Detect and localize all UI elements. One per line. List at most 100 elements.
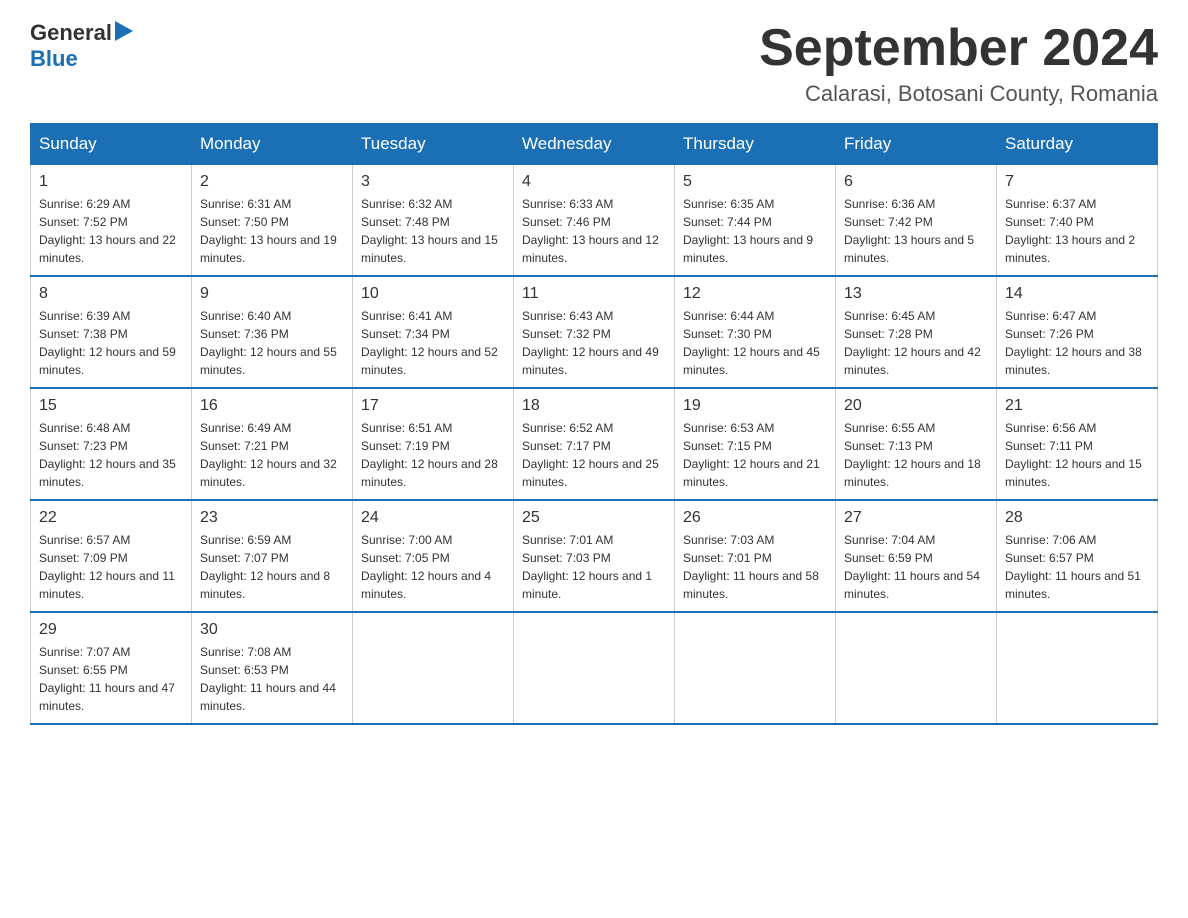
logo-arrow-icon: [115, 21, 133, 46]
day-number: 25: [522, 509, 666, 527]
month-year-title: September 2024: [759, 20, 1158, 77]
day-number: 5: [683, 173, 827, 191]
day-number: 21: [1005, 397, 1149, 415]
table-row: 4 Sunrise: 6:33 AM Sunset: 7:46 PM Dayli…: [514, 165, 675, 277]
day-info: Sunrise: 6:35 AM Sunset: 7:44 PM Dayligh…: [683, 195, 827, 267]
day-number: 12: [683, 285, 827, 303]
day-number: 7: [1005, 173, 1149, 191]
day-info: Sunrise: 6:43 AM Sunset: 7:32 PM Dayligh…: [522, 307, 666, 379]
calendar-header-row: Sunday Monday Tuesday Wednesday Thursday…: [31, 124, 1158, 165]
table-row: 26 Sunrise: 7:03 AM Sunset: 7:01 PM Dayl…: [675, 500, 836, 612]
table-row: 28 Sunrise: 7:06 AM Sunset: 6:57 PM Dayl…: [997, 500, 1158, 612]
calendar-table: Sunday Monday Tuesday Wednesday Thursday…: [30, 123, 1158, 725]
table-row: 5 Sunrise: 6:35 AM Sunset: 7:44 PM Dayli…: [675, 165, 836, 277]
table-row: 17 Sunrise: 6:51 AM Sunset: 7:19 PM Dayl…: [353, 388, 514, 500]
header-saturday: Saturday: [997, 124, 1158, 165]
table-row: 24 Sunrise: 7:00 AM Sunset: 7:05 PM Dayl…: [353, 500, 514, 612]
day-number: 19: [683, 397, 827, 415]
day-number: 18: [522, 397, 666, 415]
day-info: Sunrise: 7:06 AM Sunset: 6:57 PM Dayligh…: [1005, 531, 1149, 603]
header-monday: Monday: [192, 124, 353, 165]
day-number: 9: [200, 285, 344, 303]
day-number: 22: [39, 509, 183, 527]
day-info: Sunrise: 7:04 AM Sunset: 6:59 PM Dayligh…: [844, 531, 988, 603]
location-subtitle: Calarasi, Botosani County, Romania: [759, 81, 1158, 107]
day-number: 16: [200, 397, 344, 415]
day-info: Sunrise: 6:37 AM Sunset: 7:40 PM Dayligh…: [1005, 195, 1149, 267]
table-row: 25 Sunrise: 7:01 AM Sunset: 7:03 PM Dayl…: [514, 500, 675, 612]
day-info: Sunrise: 6:57 AM Sunset: 7:09 PM Dayligh…: [39, 531, 183, 603]
logo-blue-text: Blue: [30, 46, 78, 71]
table-row: 23 Sunrise: 6:59 AM Sunset: 7:07 PM Dayl…: [192, 500, 353, 612]
day-info: Sunrise: 6:40 AM Sunset: 7:36 PM Dayligh…: [200, 307, 344, 379]
day-info: Sunrise: 7:03 AM Sunset: 7:01 PM Dayligh…: [683, 531, 827, 603]
table-row: 29 Sunrise: 7:07 AM Sunset: 6:55 PM Dayl…: [31, 612, 192, 724]
logo: General Blue: [30, 20, 133, 72]
day-number: 4: [522, 173, 666, 191]
day-info: Sunrise: 6:52 AM Sunset: 7:17 PM Dayligh…: [522, 419, 666, 491]
table-row: 6 Sunrise: 6:36 AM Sunset: 7:42 PM Dayli…: [836, 165, 997, 277]
table-row: [997, 612, 1158, 724]
day-info: Sunrise: 7:00 AM Sunset: 7:05 PM Dayligh…: [361, 531, 505, 603]
day-info: Sunrise: 6:49 AM Sunset: 7:21 PM Dayligh…: [200, 419, 344, 491]
calendar-week-row: 22 Sunrise: 6:57 AM Sunset: 7:09 PM Dayl…: [31, 500, 1158, 612]
day-info: Sunrise: 6:51 AM Sunset: 7:19 PM Dayligh…: [361, 419, 505, 491]
table-row: 9 Sunrise: 6:40 AM Sunset: 7:36 PM Dayli…: [192, 276, 353, 388]
table-row: 14 Sunrise: 6:47 AM Sunset: 7:26 PM Dayl…: [997, 276, 1158, 388]
day-number: 6: [844, 173, 988, 191]
table-row: 15 Sunrise: 6:48 AM Sunset: 7:23 PM Dayl…: [31, 388, 192, 500]
header-thursday: Thursday: [675, 124, 836, 165]
table-row: [353, 612, 514, 724]
title-section: September 2024 Calarasi, Botosani County…: [759, 20, 1158, 107]
page-header: General Blue September 2024 Calarasi, Bo…: [30, 20, 1158, 107]
table-row: 1 Sunrise: 6:29 AM Sunset: 7:52 PM Dayli…: [31, 165, 192, 277]
day-number: 15: [39, 397, 183, 415]
table-row: 13 Sunrise: 6:45 AM Sunset: 7:28 PM Dayl…: [836, 276, 997, 388]
day-number: 2: [200, 173, 344, 191]
header-tuesday: Tuesday: [353, 124, 514, 165]
day-info: Sunrise: 7:01 AM Sunset: 7:03 PM Dayligh…: [522, 531, 666, 603]
day-info: Sunrise: 6:36 AM Sunset: 7:42 PM Dayligh…: [844, 195, 988, 267]
table-row: 16 Sunrise: 6:49 AM Sunset: 7:21 PM Dayl…: [192, 388, 353, 500]
table-row: 19 Sunrise: 6:53 AM Sunset: 7:15 PM Dayl…: [675, 388, 836, 500]
day-info: Sunrise: 6:53 AM Sunset: 7:15 PM Dayligh…: [683, 419, 827, 491]
day-info: Sunrise: 6:56 AM Sunset: 7:11 PM Dayligh…: [1005, 419, 1149, 491]
day-number: 1: [39, 173, 183, 191]
day-number: 14: [1005, 285, 1149, 303]
calendar-week-row: 8 Sunrise: 6:39 AM Sunset: 7:38 PM Dayli…: [31, 276, 1158, 388]
calendar-week-row: 15 Sunrise: 6:48 AM Sunset: 7:23 PM Dayl…: [31, 388, 1158, 500]
day-info: Sunrise: 7:08 AM Sunset: 6:53 PM Dayligh…: [200, 643, 344, 715]
table-row: 27 Sunrise: 7:04 AM Sunset: 6:59 PM Dayl…: [836, 500, 997, 612]
day-info: Sunrise: 6:44 AM Sunset: 7:30 PM Dayligh…: [683, 307, 827, 379]
day-number: 24: [361, 509, 505, 527]
day-info: Sunrise: 6:33 AM Sunset: 7:46 PM Dayligh…: [522, 195, 666, 267]
calendar-week-row: 1 Sunrise: 6:29 AM Sunset: 7:52 PM Dayli…: [31, 165, 1158, 277]
day-number: 8: [39, 285, 183, 303]
logo-general-text: General: [30, 20, 112, 46]
calendar-week-row: 29 Sunrise: 7:07 AM Sunset: 6:55 PM Dayl…: [31, 612, 1158, 724]
day-info: Sunrise: 6:39 AM Sunset: 7:38 PM Dayligh…: [39, 307, 183, 379]
table-row: 10 Sunrise: 6:41 AM Sunset: 7:34 PM Dayl…: [353, 276, 514, 388]
table-row: 12 Sunrise: 6:44 AM Sunset: 7:30 PM Dayl…: [675, 276, 836, 388]
header-sunday: Sunday: [31, 124, 192, 165]
day-info: Sunrise: 6:32 AM Sunset: 7:48 PM Dayligh…: [361, 195, 505, 267]
header-wednesday: Wednesday: [514, 124, 675, 165]
table-row: 21 Sunrise: 6:56 AM Sunset: 7:11 PM Dayl…: [997, 388, 1158, 500]
day-info: Sunrise: 6:47 AM Sunset: 7:26 PM Dayligh…: [1005, 307, 1149, 379]
day-number: 13: [844, 285, 988, 303]
day-number: 17: [361, 397, 505, 415]
table-row: 20 Sunrise: 6:55 AM Sunset: 7:13 PM Dayl…: [836, 388, 997, 500]
day-number: 30: [200, 621, 344, 639]
day-number: 11: [522, 285, 666, 303]
day-number: 29: [39, 621, 183, 639]
day-number: 3: [361, 173, 505, 191]
day-info: Sunrise: 6:48 AM Sunset: 7:23 PM Dayligh…: [39, 419, 183, 491]
table-row: 2 Sunrise: 6:31 AM Sunset: 7:50 PM Dayli…: [192, 165, 353, 277]
day-number: 20: [844, 397, 988, 415]
table-row: 8 Sunrise: 6:39 AM Sunset: 7:38 PM Dayli…: [31, 276, 192, 388]
day-info: Sunrise: 6:29 AM Sunset: 7:52 PM Dayligh…: [39, 195, 183, 267]
table-row: 18 Sunrise: 6:52 AM Sunset: 7:17 PM Dayl…: [514, 388, 675, 500]
table-row: 11 Sunrise: 6:43 AM Sunset: 7:32 PM Dayl…: [514, 276, 675, 388]
table-row: 30 Sunrise: 7:08 AM Sunset: 6:53 PM Dayl…: [192, 612, 353, 724]
table-row: 22 Sunrise: 6:57 AM Sunset: 7:09 PM Dayl…: [31, 500, 192, 612]
